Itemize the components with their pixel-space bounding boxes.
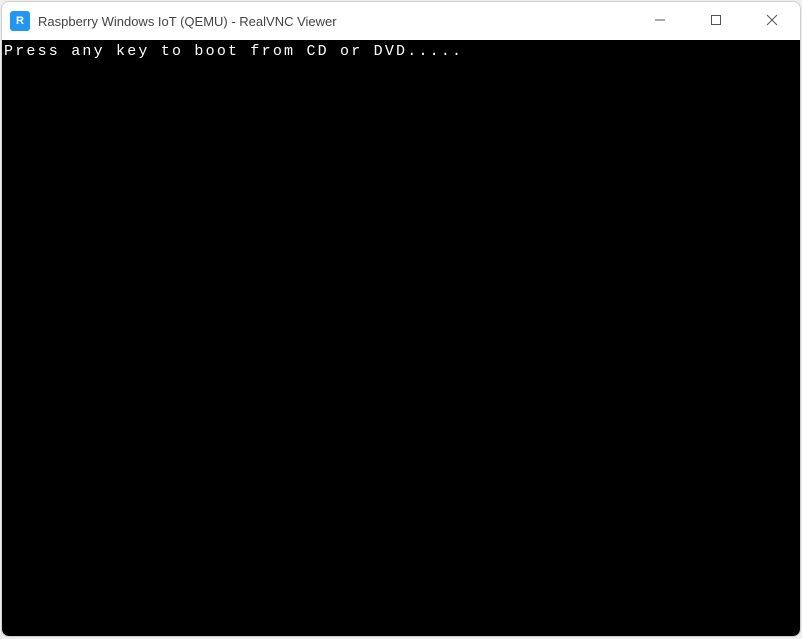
minimize-icon xyxy=(654,14,666,29)
maximize-button[interactable] xyxy=(688,2,744,40)
titlebar[interactable]: R Raspberry Windows IoT (QEMU) - RealVNC… xyxy=(2,2,800,40)
window-controls xyxy=(632,2,800,40)
vnc-display[interactable]: Press any key to boot from CD or DVD....… xyxy=(2,40,800,636)
app-icon-label: R xyxy=(16,16,24,27)
minimize-button[interactable] xyxy=(632,2,688,40)
window-title: Raspberry Windows IoT (QEMU) - RealVNC V… xyxy=(38,14,632,29)
close-icon xyxy=(766,14,778,29)
app-icon: R xyxy=(10,11,30,31)
close-button[interactable] xyxy=(744,2,800,40)
app-window: R Raspberry Windows IoT (QEMU) - RealVNC… xyxy=(1,1,801,637)
maximize-icon xyxy=(710,14,722,29)
boot-prompt-text: Press any key to boot from CD or DVD....… xyxy=(4,43,463,61)
